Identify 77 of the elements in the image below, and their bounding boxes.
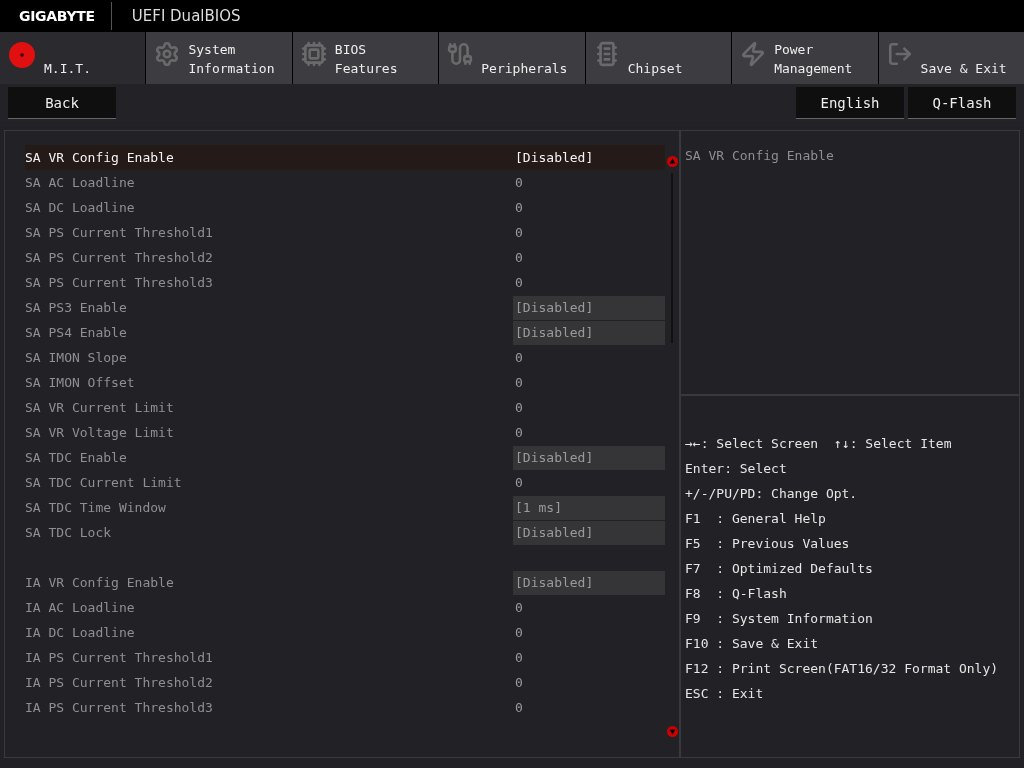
key-hint: F5 : Previous Values (685, 536, 850, 551)
key-hint: →←: Select Screen (685, 436, 819, 451)
option-field[interactable]: [1 ms] (513, 495, 665, 520)
value-field[interactable]: 0 (513, 245, 665, 270)
option-field[interactable]: [Disabled] (513, 570, 665, 595)
toolbar-button[interactable]: Q-Flash (908, 87, 1016, 119)
gear-icon (154, 41, 181, 67)
key-hint: F9 : System Information (685, 611, 873, 626)
value-field[interactable]: 0 (513, 395, 665, 420)
value-field[interactable]: 0 (513, 670, 665, 695)
key-hint: F7 : Optimized Defaults (685, 561, 873, 576)
help-description: SA VR Config Enable (685, 148, 834, 163)
selected-setting-row[interactable]: SA VR Config Enable [Disabled] (25, 145, 665, 170)
value-field[interactable]: 0 (513, 270, 665, 295)
chip-icon (300, 41, 327, 67)
key-hint: ESC : Exit (685, 686, 764, 701)
setting-label: SA TDC Lock (25, 525, 113, 540)
setting-label: IA PS Current Threshold1 (25, 650, 214, 665)
value-field[interactable]: 0 (513, 420, 665, 445)
setting-label: SA DC Loadline (25, 200, 136, 215)
menu-tab[interactable]: Save & Exit (878, 32, 1024, 84)
key-hint: ↑↓: Select Item (834, 436, 952, 451)
setting-label: IA PS Current Threshold3 (25, 700, 214, 715)
setting-label: SA TDC Current Limit (25, 475, 183, 490)
menu-tab[interactable]: System Information (146, 32, 292, 84)
brand-logo: GIGABYTE (19, 2, 112, 30)
scroll-up-icon[interactable] (666, 156, 678, 167)
menu-tab[interactable]: BIOS Features (292, 32, 439, 84)
menu-tab[interactable]: Chipset (585, 32, 732, 84)
dial-icon (8, 41, 36, 69)
setting-label: SA PS4 Enable (25, 325, 128, 340)
setting-label: SA IMON Offset (25, 375, 136, 390)
menu-tab[interactable]: Peripherals (439, 32, 585, 84)
exit-icon (886, 41, 913, 67)
setting-label: SA VR Config Enable (25, 150, 175, 165)
value-field[interactable]: 0 (513, 595, 665, 620)
setting-label: IA PS Current Threshold2 (25, 675, 214, 690)
key-hint: Enter: Select (685, 461, 787, 476)
value-field[interactable]: 0 (513, 620, 665, 645)
window-title: UEFI DualBIOS (131, 7, 241, 25)
setting-label: SA PS Current Threshold1 (25, 225, 214, 240)
key-hint: F10 : Save & Exit (685, 636, 819, 651)
setting-label: SA AC Loadline (25, 175, 136, 190)
setting-label: SA TDC Enable (25, 450, 128, 465)
setting-label: SA VR Current Limit (25, 400, 175, 415)
key-hint: +/-/PU/PD: Change Opt. (685, 486, 858, 501)
scroll-down-icon[interactable] (666, 726, 678, 737)
option-field[interactable]: [Disabled] (513, 320, 665, 345)
key-hint: F12 : Print Screen(FAT16/32 Format Only) (685, 661, 999, 676)
value-field[interactable]: 0 (513, 370, 665, 395)
option-field[interactable]: [Disabled] (513, 520, 665, 545)
toolbar-button[interactable]: English (796, 87, 904, 119)
value-field[interactable]: 0 (513, 470, 665, 495)
value-field[interactable]: 0 (513, 345, 665, 370)
setting-label: SA PS Current Threshold3 (25, 275, 214, 290)
option-field[interactable]: [Disabled] (513, 295, 665, 320)
plug-icon (447, 41, 474, 67)
value-field[interactable]: 0 (513, 170, 665, 195)
setting-label: SA PS Current Threshold2 (25, 250, 214, 265)
lightning-icon (740, 41, 767, 67)
setting-label: SA TDC Time Window (25, 500, 167, 515)
setting-label: SA PS3 Enable (25, 300, 128, 315)
setting-label: IA DC Loadline (25, 625, 136, 640)
back-button[interactable]: Back (8, 87, 116, 119)
setting-label: SA IMON Slope (25, 350, 128, 365)
menu-tab[interactable]: M.I.T. (0, 32, 146, 84)
key-hint: F1 : General Help (685, 511, 826, 526)
value-field[interactable]: 0 (513, 645, 665, 670)
setting-label: SA VR Voltage Limit (25, 425, 175, 440)
key-hint: F8 : Q-Flash (685, 586, 787, 601)
menu-tab[interactable]: Power Management (732, 32, 878, 84)
value-field[interactable]: 0 (513, 195, 665, 220)
setting-label: IA AC Loadline (25, 600, 136, 615)
option-field[interactable]: [Disabled] (513, 445, 665, 470)
value-field[interactable]: 0 (513, 695, 665, 720)
value-field[interactable]: 0 (513, 220, 665, 245)
setting-label: IA VR Config Enable (25, 575, 175, 590)
